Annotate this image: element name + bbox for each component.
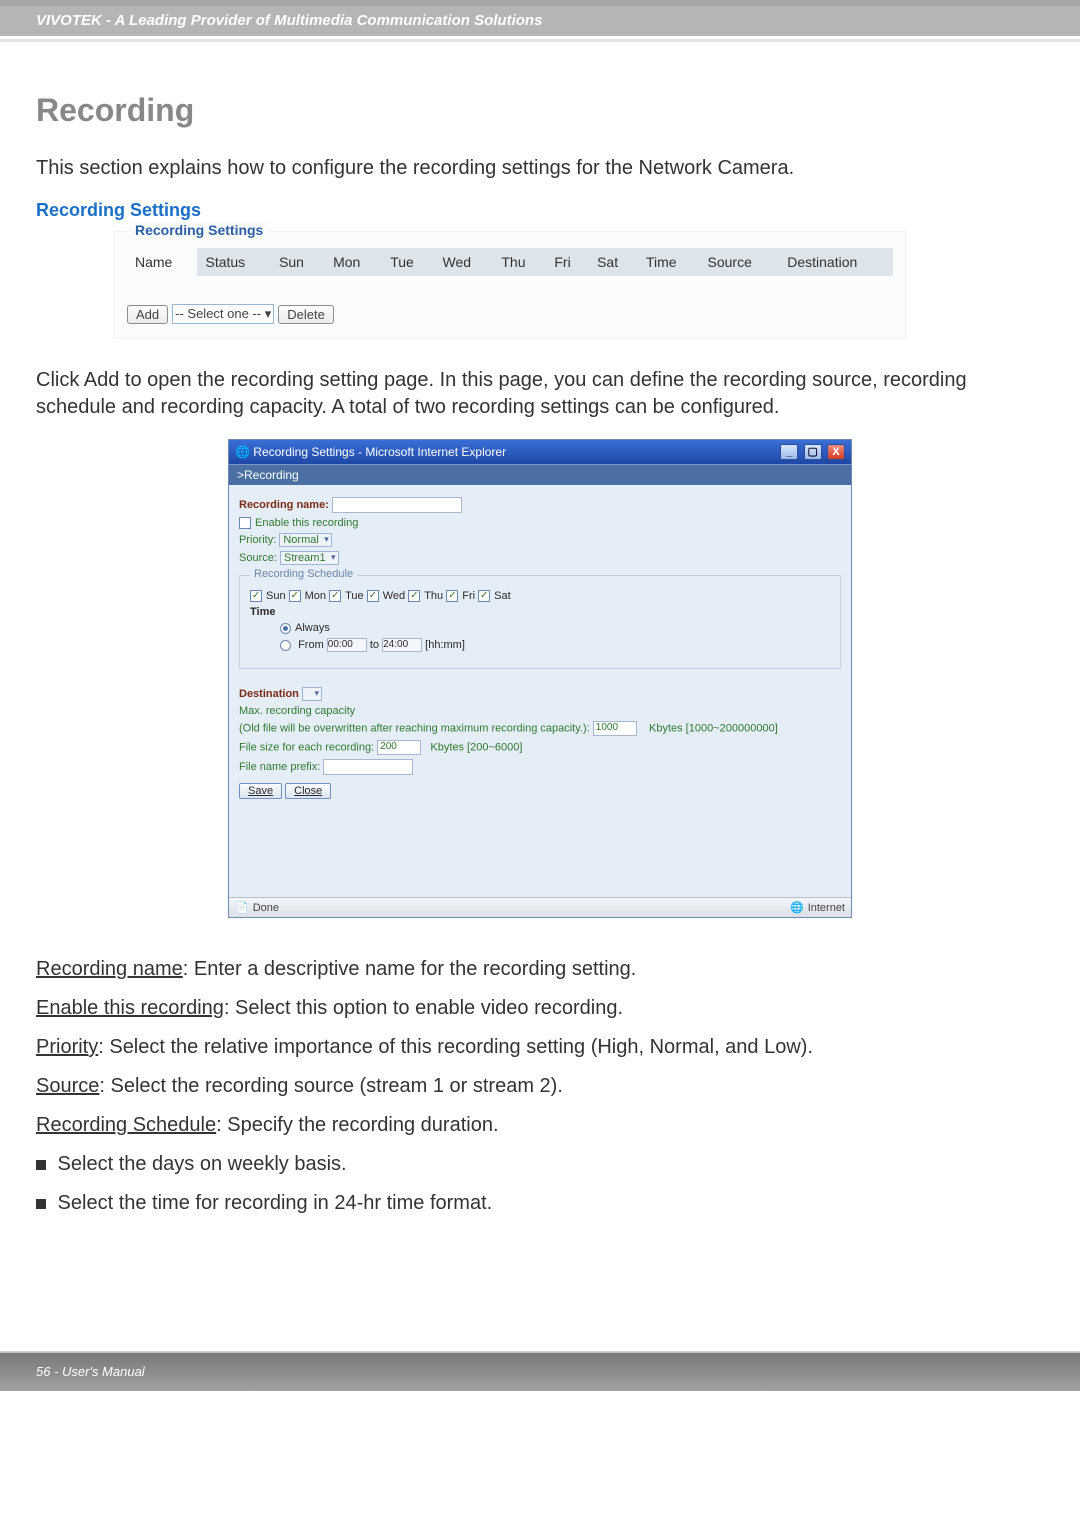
- dialog-title: Recording Settings - Microsoft Internet …: [253, 445, 506, 459]
- max-capacity-input[interactable]: 1000: [593, 721, 637, 736]
- recording-table: Name Status Sun Mon Tue Wed Thu Fri Sat …: [127, 248, 893, 276]
- day-mon-checkbox[interactable]: [289, 590, 301, 602]
- col-tue: Tue: [382, 248, 434, 276]
- day-sat: Sat: [494, 590, 511, 602]
- recording-name-input[interactable]: [332, 497, 462, 513]
- col-time: Time: [638, 248, 700, 276]
- brand-text: VIVOTEK - A Leading Provider of Multimed…: [36, 12, 542, 29]
- internet-icon: 🌐: [790, 901, 804, 914]
- to-input[interactable]: 24:00: [382, 638, 422, 652]
- col-mon: Mon: [325, 248, 382, 276]
- day-fri-checkbox[interactable]: [446, 590, 458, 602]
- doc-footer: 56 - User's Manual: [0, 1353, 1080, 1391]
- source-select[interactable]: Stream1: [280, 551, 339, 565]
- destination-label: Destination: [239, 688, 299, 700]
- close-icon[interactable]: X: [827, 444, 845, 460]
- select-value: -- Select one --: [175, 306, 261, 321]
- day-thu: Thu: [424, 590, 443, 602]
- def-enable: Enable this recording: Select this optio…: [36, 997, 1044, 1020]
- to-label: to: [370, 639, 379, 651]
- day-sun: Sun: [266, 590, 286, 602]
- always-label: Always: [295, 622, 330, 634]
- schedule-fieldset: Recording Schedule Sun Mon Tue Wed Thu F…: [239, 575, 841, 669]
- col-wed: Wed: [435, 248, 494, 276]
- col-sat: Sat: [589, 248, 638, 276]
- day-wed-checkbox[interactable]: [367, 590, 379, 602]
- filesize-input[interactable]: 200: [377, 740, 421, 755]
- schedule-legend: Recording Schedule: [250, 568, 357, 580]
- time-label: Time: [250, 606, 275, 618]
- add-button[interactable]: Add: [127, 305, 168, 324]
- done-icon: 📄: [235, 901, 249, 914]
- day-sat-checkbox[interactable]: [478, 590, 490, 602]
- def-source: Source: Select the recording source (str…: [36, 1075, 1044, 1098]
- bullet-days: Select the days on weekly basis.: [36, 1153, 1044, 1176]
- prefix-label: File name prefix:: [239, 761, 320, 773]
- def-schedule: Recording Schedule: Specify the recordin…: [36, 1114, 1044, 1137]
- recording-name-label: Recording name:: [239, 499, 329, 511]
- col-destination: Destination: [779, 248, 893, 276]
- square-bullet-icon: [36, 1199, 46, 1209]
- table-header-row: Name Status Sun Mon Tue Wed Thu Fri Sat …: [127, 248, 893, 276]
- source-value: Stream1: [284, 552, 326, 564]
- enable-recording-checkbox[interactable]: [239, 517, 251, 529]
- status-internet: Internet: [808, 902, 845, 914]
- day-fri: Fri: [462, 590, 475, 602]
- day-tue: Tue: [345, 590, 364, 602]
- col-fri: Fri: [546, 248, 589, 276]
- enable-recording-label: Enable this recording: [255, 517, 358, 529]
- from-input[interactable]: 00:00: [327, 638, 367, 652]
- col-thu: Thu: [493, 248, 546, 276]
- recording-select[interactable]: -- Select one -- ▾: [172, 304, 274, 324]
- dialog-close-button[interactable]: Close: [285, 783, 331, 799]
- chevron-down-icon: ▾: [265, 306, 272, 321]
- filesize-label: File size for each recording:: [239, 742, 374, 754]
- maximize-icon[interactable]: ▢: [804, 444, 822, 460]
- hhmm-hint: [hh:mm]: [425, 639, 465, 651]
- dialog-breadcrumb: >Recording: [229, 464, 851, 485]
- from-label: From: [298, 639, 324, 651]
- day-sun-checkbox[interactable]: [250, 590, 262, 602]
- def-priority: Priority: Select the relative importance…: [36, 1036, 1044, 1059]
- doc-header: VIVOTEK - A Leading Provider of Multimed…: [0, 6, 1080, 36]
- panel-legend: Recording Settings: [129, 222, 269, 238]
- status-done: Done: [253, 902, 279, 914]
- source-label: Source:: [239, 552, 277, 564]
- day-wed: Wed: [383, 590, 405, 602]
- recording-settings-panel: Recording Settings Name Status Sun Mon T…: [114, 231, 906, 339]
- priority-value: Normal: [283, 534, 318, 546]
- filesize-range: Kbytes [200~6000]: [430, 742, 522, 754]
- day-mon: Mon: [305, 590, 326, 602]
- intro-text: This section explains how to configure t…: [36, 155, 1044, 182]
- time-range-radio[interactable]: [280, 640, 291, 651]
- col-source: Source: [700, 248, 780, 276]
- page-number: 56 - User's Manual: [36, 1364, 145, 1379]
- day-thu-checkbox[interactable]: [408, 590, 420, 602]
- day-tue-checkbox[interactable]: [329, 590, 341, 602]
- minimize-icon[interactable]: _: [780, 444, 798, 460]
- priority-label: Priority:: [239, 534, 276, 546]
- delete-button[interactable]: Delete: [278, 305, 334, 324]
- page-title: Recording: [36, 92, 1044, 129]
- col-sun: Sun: [271, 248, 325, 276]
- prefix-input[interactable]: [323, 759, 413, 775]
- dialog-titlebar: 🌐 Recording Settings - Microsoft Interne…: [229, 440, 851, 464]
- dialog-statusbar: 📄 Done 🌐 Internet: [229, 897, 851, 917]
- subsection-heading: Recording Settings: [36, 200, 1044, 221]
- time-always-radio[interactable]: [280, 623, 291, 634]
- col-name: Name: [127, 248, 197, 276]
- def-recording-name: Recording name: Enter a descriptive name…: [36, 958, 1044, 981]
- col-status: Status: [197, 248, 271, 276]
- square-bullet-icon: [36, 1160, 46, 1170]
- add-hint-text: Click Add to open the recording setting …: [36, 367, 1044, 421]
- recording-dialog: 🌐 Recording Settings - Microsoft Interne…: [228, 439, 852, 918]
- max-capacity-range: Kbytes [1000~200000000]: [649, 723, 778, 735]
- priority-select[interactable]: Normal: [279, 533, 331, 547]
- dialog-save-button[interactable]: Save: [239, 783, 282, 799]
- max-capacity-label: Max. recording capacity: [239, 705, 841, 717]
- destination-select[interactable]: [302, 687, 322, 701]
- overwrite-note: (Old file will be overwritten after reac…: [239, 723, 590, 735]
- ie-logo-icon: 🌐: [235, 445, 250, 459]
- bullet-time: Select the time for recording in 24-hr t…: [36, 1192, 1044, 1215]
